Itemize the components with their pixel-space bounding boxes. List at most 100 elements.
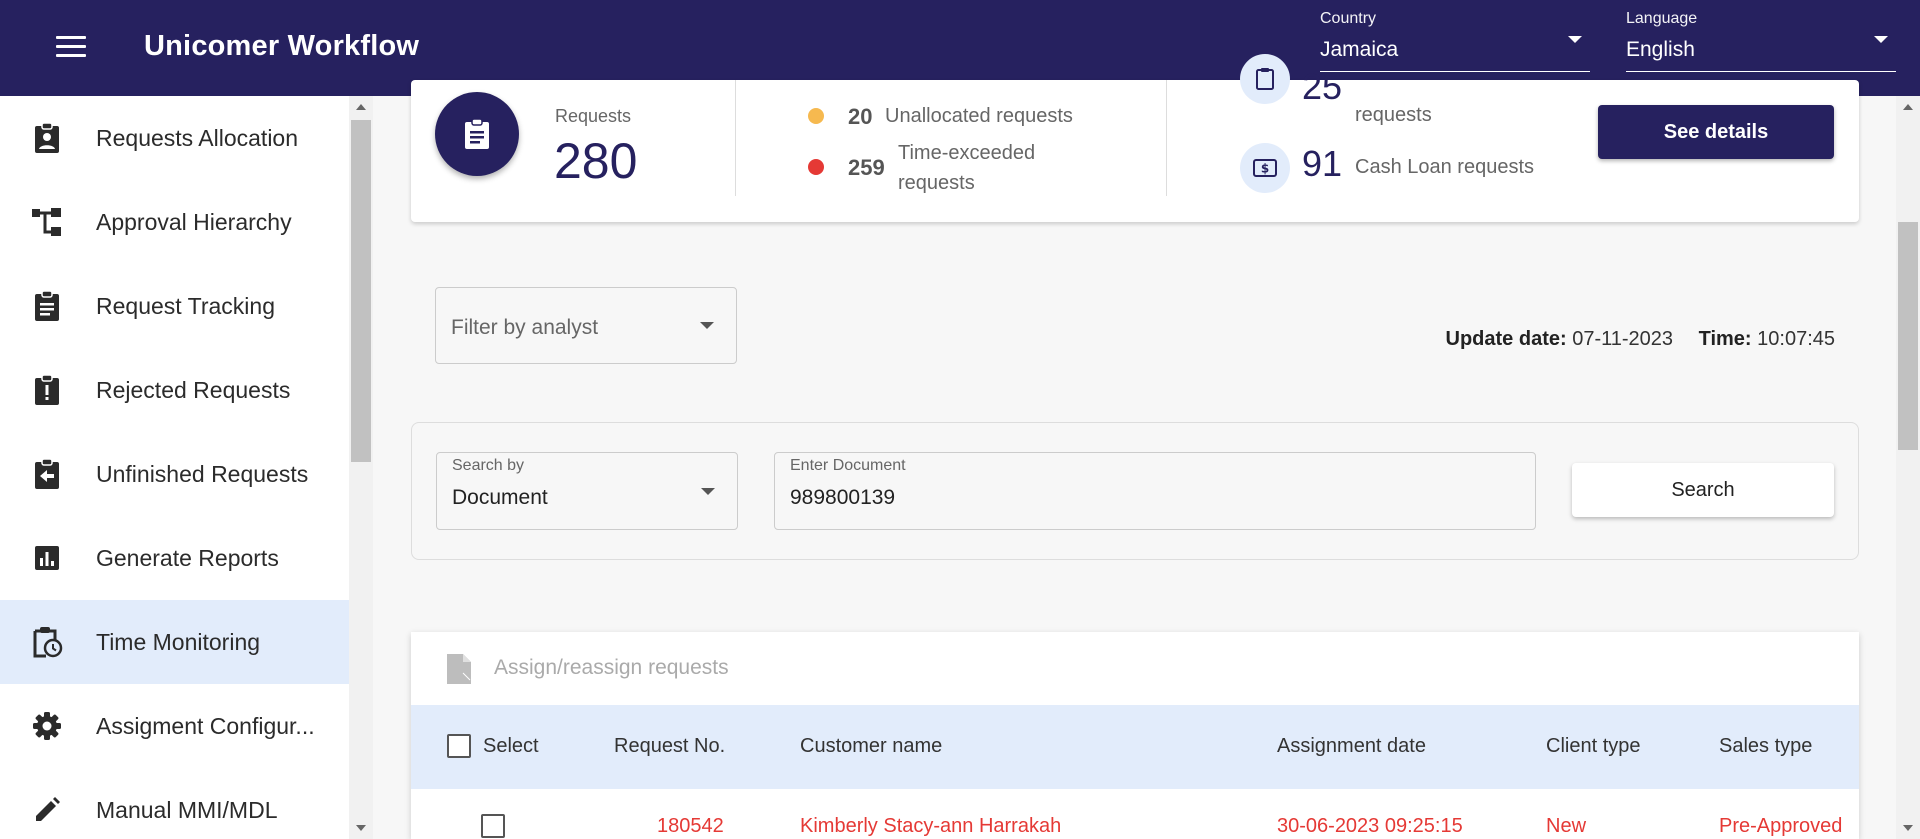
unallocated-status-dot [808, 108, 824, 124]
sidebar-scrollbar[interactable] [349, 96, 373, 839]
credit-requests-label: requests [1355, 104, 1432, 126]
sidebar-item-assignment-configuration[interactable]: Assigment Configur... [0, 684, 349, 768]
analyst-filter-select[interactable]: Filter by analyst [435, 287, 737, 364]
sidebar-item-request-tracking[interactable]: Request Tracking [0, 264, 349, 348]
sidebar-item-approval-hierarchy[interactable]: Approval Hierarchy [0, 180, 349, 264]
app-title: Unicomer Workflow [144, 30, 420, 62]
cash-icon: $ [1240, 143, 1290, 193]
clipboard-icon [30, 289, 64, 323]
document-input[interactable] [790, 486, 1474, 510]
header-select: Select [483, 735, 539, 757]
divider [735, 80, 736, 196]
chevron-down-icon [1568, 36, 1582, 43]
chevron-down-icon [700, 322, 714, 329]
summary-card: Requests 280 20 Unallocated requests 259… [411, 54, 1859, 222]
update-time-value: 10:07:45 [1757, 328, 1835, 350]
update-timestamp: Update date: 07-11-2023 Time: 10:07:45 [1446, 328, 1835, 351]
assignment-return-icon [30, 457, 64, 491]
sidebar-item-label: Requests Allocation [96, 124, 299, 151]
sidebar-item-label: Manual MMI/MDL [96, 796, 278, 823]
update-date-label: Update date: [1445, 328, 1567, 350]
time-exceeded-label-line2: requests [898, 172, 975, 194]
pending-actions-icon [30, 625, 64, 659]
sidebar-item-label: Request Tracking [96, 292, 275, 319]
see-details-button[interactable]: See details [1598, 105, 1834, 159]
search-by-value: Document [452, 486, 548, 509]
scroll-up-icon[interactable] [356, 104, 366, 110]
account-tree-icon [30, 205, 64, 239]
table-header: Select Request No. Customer name Assignm… [411, 705, 1859, 789]
sidebar-item-label: Time Monitoring [96, 628, 261, 655]
document-field[interactable]: Enter Document [774, 452, 1536, 530]
table-row[interactable]: 180542 Kimberly Stacy-ann Harrakah 30-06… [411, 789, 1859, 839]
search-button[interactable]: Search [1572, 463, 1834, 517]
sidebar-item-label: Unfinished Requests [96, 460, 309, 487]
assignment-late-icon [30, 373, 64, 407]
cell-assignment-date: 30-06-2023 09:25:15 [1277, 815, 1463, 837]
menu-icon[interactable] [56, 36, 86, 60]
header-assignment-date: Assignment date [1277, 735, 1426, 757]
sidebar: Requests Allocation Approval Hierarchy R… [0, 96, 349, 839]
requests-table: Assign/reassign requests Select Request … [411, 632, 1859, 839]
scroll-up-icon[interactable] [1903, 104, 1913, 110]
file-assign-icon [445, 652, 475, 691]
time-exceeded-label-line1: Time-exceeded [898, 142, 1036, 164]
header-sales-type: Sales type [1719, 735, 1813, 757]
select-all-checkbox[interactable] [447, 734, 471, 758]
cash-loan-label: Cash Loan requests [1355, 156, 1535, 178]
cell-client-type: New [1546, 815, 1587, 837]
sidebar-item-label: Approval Hierarchy [96, 208, 292, 235]
update-time-label: Time: [1698, 328, 1752, 350]
analyst-filter-placeholder: Filter by analyst [451, 316, 599, 339]
sidebar-item-manual-mmi-mdl[interactable]: Manual MMI/MDL [0, 768, 349, 839]
header-request-no: Request No. [614, 735, 726, 757]
language-value: English [1626, 38, 1695, 61]
country-select[interactable]: Country Jamaica [1320, 8, 1590, 72]
credit-requests-icon [1240, 54, 1290, 104]
requests-label: Requests [555, 106, 632, 126]
row-select-checkbox[interactable] [481, 814, 505, 838]
sidebar-item-time-monitoring[interactable]: Time Monitoring [0, 600, 349, 684]
scrollbar-thumb[interactable] [1898, 222, 1918, 450]
credit-requests-count: 25 [1302, 66, 1343, 107]
search-by-select[interactable]: Search by Document [436, 452, 738, 530]
sidebar-item-unfinished-requests[interactable]: Unfinished Requests [0, 432, 349, 516]
scrollbar-thumb[interactable] [351, 120, 371, 462]
assignment-ind-icon [30, 121, 64, 155]
language-select[interactable]: Language English [1626, 8, 1896, 72]
assign-reassign-button[interactable]: Assign/reassign requests [411, 632, 1859, 705]
assign-reassign-label: Assign/reassign requests [494, 656, 729, 679]
pencil-icon [30, 793, 64, 827]
header-customer-name: Customer name [800, 735, 943, 757]
sidebar-item-label: Rejected Requests [96, 376, 291, 403]
divider [1166, 80, 1167, 196]
sidebar-item-generate-reports[interactable]: Generate Reports [0, 516, 349, 600]
main-scrollbar[interactable] [1896, 96, 1920, 839]
update-date-value: 07-11-2023 [1572, 328, 1674, 350]
sidebar-item-requests-allocation[interactable]: Requests Allocation [0, 96, 349, 180]
svg-text:$: $ [1261, 162, 1269, 176]
scroll-down-icon[interactable] [356, 825, 366, 831]
sidebar-item-label: Generate Reports [96, 544, 279, 571]
country-value: Jamaica [1320, 38, 1399, 61]
document-label: Enter Document [790, 457, 906, 474]
header-client-type: Client type [1546, 735, 1641, 757]
scroll-down-icon[interactable] [1903, 825, 1913, 831]
sidebar-item-label: Assigment Configur... [96, 712, 315, 739]
chevron-down-icon [701, 488, 715, 495]
unallocated-count: 20 [848, 104, 873, 129]
clipboard-icon [435, 92, 519, 176]
language-label: Language [1626, 10, 1698, 27]
time-exceeded-status-dot [808, 159, 824, 175]
country-label: Country [1320, 10, 1377, 27]
cell-request-no: 180542 [657, 815, 724, 837]
cash-loan-count: 91 [1302, 143, 1343, 184]
chevron-down-icon [1874, 36, 1888, 43]
search-panel: Search by Document Enter Document Search [411, 422, 1859, 560]
requests-total: 280 [554, 133, 638, 189]
gear-icon [30, 709, 64, 743]
search-by-label: Search by [452, 457, 525, 474]
cell-sales-type: Pre-Approved [1719, 815, 1843, 837]
sidebar-item-rejected-requests[interactable]: Rejected Requests [0, 348, 349, 432]
time-exceeded-label: Time-exceeded requests [898, 138, 1035, 198]
